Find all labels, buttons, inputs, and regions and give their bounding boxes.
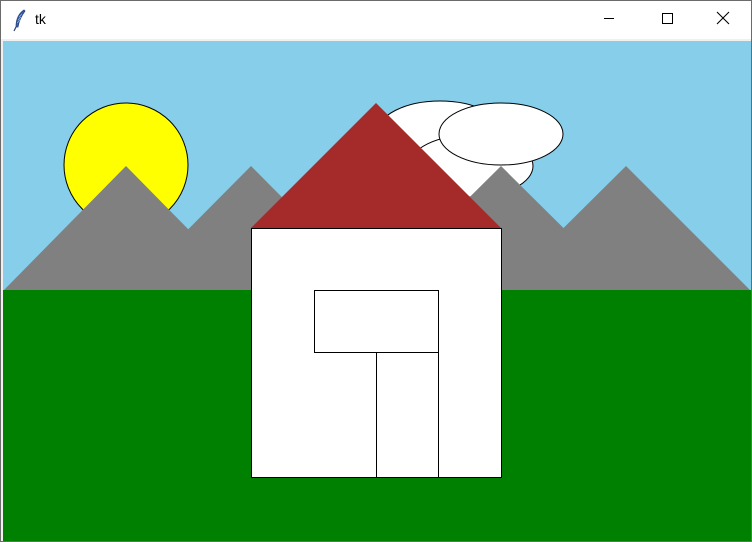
door: [376, 352, 439, 478]
tk-window: tk: [0, 0, 752, 542]
scene-svg: [3, 41, 751, 541]
window-title: tk: [35, 11, 46, 27]
title-bar[interactable]: tk: [1, 1, 751, 39]
minimize-button[interactable]: [580, 1, 638, 39]
cloud-front: [438, 102, 564, 166]
drawing-canvas[interactable]: [3, 41, 751, 541]
close-icon: [716, 11, 730, 30]
close-button[interactable]: [694, 1, 752, 39]
maximize-button[interactable]: [638, 1, 696, 39]
minimize-icon: [603, 11, 615, 29]
maximize-icon: [661, 11, 673, 29]
feather-icon: [10, 8, 30, 32]
window-pane: [314, 290, 439, 353]
